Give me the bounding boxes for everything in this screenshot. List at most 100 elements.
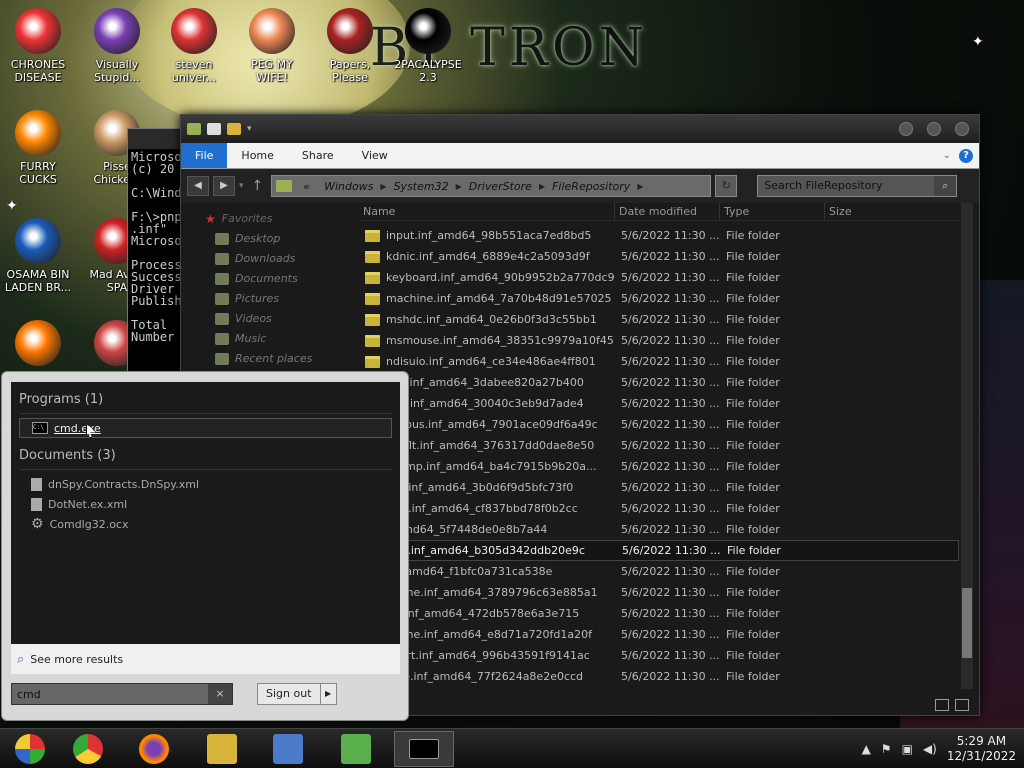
nav-item[interactable]: Desktop bbox=[205, 229, 356, 249]
properties-icon[interactable] bbox=[207, 123, 221, 135]
desktop-shortcut[interactable]: steven univer... bbox=[156, 8, 232, 84]
desktop-shortcut[interactable]: FURRY CUCKS bbox=[0, 110, 76, 186]
breadcrumb-segment[interactable]: System32 bbox=[387, 180, 456, 193]
back-button[interactable]: ◀ bbox=[187, 176, 209, 196]
file-row[interactable]: machine.inf_amd64_7a70b48d91e57025 5/6/20… bbox=[359, 288, 959, 309]
desktop-shortcut[interactable]: 2PACALYPSE 2.3 bbox=[390, 8, 466, 84]
program-result[interactable]: C:\ cmd.exe bbox=[19, 418, 392, 438]
file-row[interactable]: mshdc.inf_amd64_0e26b0f3d3c55bb1 5/6/2022… bbox=[359, 309, 959, 330]
forward-button[interactable]: ▶ bbox=[213, 176, 235, 196]
file-row[interactable]: wifibus.inf_amd64_7901ace09df6a49c 5/6/20… bbox=[359, 414, 959, 435]
tab-share[interactable]: Share bbox=[288, 143, 348, 168]
address-input[interactable]: «Windows ▶ System32 ▶ DriverStore ▶ FileReposi… bbox=[271, 175, 712, 197]
shutdown-options-button[interactable]: ▶ bbox=[319, 684, 336, 704]
volume-icon[interactable]: ◀) bbox=[923, 742, 937, 756]
file-row[interactable]: input.inf_amd64_98b551aca7ed8bd5 5/6/2022… bbox=[359, 225, 959, 246]
file-row[interactable]: wififlt.inf_amd64_376317dd0dae8e50 5/6/20… bbox=[359, 435, 959, 456]
show-hidden-icons-icon[interactable]: ▲ bbox=[862, 742, 871, 756]
close-button[interactable] bbox=[955, 122, 969, 136]
taskbar-firefox[interactable] bbox=[124, 731, 184, 767]
column-date-modified[interactable]: Date modified bbox=[615, 203, 720, 220]
document-result[interactable]: ⚙ Comdlg32.ocx bbox=[19, 514, 392, 534]
type-cell: File folder bbox=[726, 628, 780, 641]
desktop-shortcut[interactable]: Visually Stupid... bbox=[79, 8, 155, 84]
file-row[interactable]: inf_amd64_f1bfc0a731ca538e 5/6/2022 11:30… bbox=[359, 561, 959, 582]
vertical-scrollbar[interactable] bbox=[961, 203, 973, 689]
desktop-shortcut[interactable] bbox=[0, 320, 76, 370]
nav-item[interactable]: Documents bbox=[205, 269, 356, 289]
taskbar-remote-desktop[interactable] bbox=[258, 731, 318, 767]
clear-search-button[interactable]: × bbox=[208, 684, 232, 704]
explorer-titlebar[interactable]: ▾ bbox=[181, 115, 979, 143]
clock[interactable]: 5:29 AM 12/31/2022 bbox=[947, 734, 1016, 764]
nav-item[interactable]: Music bbox=[205, 329, 356, 349]
chevron-right-icon[interactable]: ▶ bbox=[637, 182, 643, 191]
file-row[interactable]: ndisuio.inf_amd64_ce34e486ae4ff801 5/6/20… bbox=[359, 351, 959, 372]
tab-view[interactable]: View bbox=[348, 143, 402, 168]
start-search-input[interactable]: cmd × bbox=[11, 683, 233, 705]
help-icon[interactable]: ? bbox=[959, 148, 973, 163]
file-row[interactable]: disk.inf_amd64_cf837bbd78f0b2cc 5/6/2022 … bbox=[359, 498, 959, 519]
refresh-button[interactable]: ↻ bbox=[715, 175, 738, 197]
breadcrumb-segment[interactable]: FileRepository bbox=[545, 180, 637, 193]
file-row[interactable]: wifimp.inf_amd64_ba4c7915b9b20a... 5/6/20… bbox=[359, 456, 959, 477]
file-row[interactable]: keyboard.inf_amd64_90b9952b2a770dc9 5/6/2… bbox=[359, 267, 959, 288]
nav-item[interactable]: Downloads bbox=[205, 249, 356, 269]
breadcrumb-segment[interactable]: DriverStore bbox=[462, 180, 539, 193]
sign-out-button[interactable]: Sign out bbox=[258, 684, 320, 704]
file-name-cell: ndisuio.inf_amd64_ce34e486ae4ff801 bbox=[359, 355, 615, 368]
document-result[interactable]: dnSpy.Contracts.DnSpy.xml bbox=[19, 474, 392, 494]
scrollbar-thumb[interactable] bbox=[962, 588, 972, 658]
new-folder-icon[interactable] bbox=[227, 123, 241, 135]
breadcrumb-segment[interactable]: Windows bbox=[317, 180, 380, 193]
file-row[interactable]: olume.inf_amd64_e8d71a720fd1a20f 5/6/2022… bbox=[359, 624, 959, 645]
tab-file[interactable]: File bbox=[181, 143, 228, 168]
nav-item[interactable]: Pictures bbox=[205, 289, 356, 309]
start-button[interactable] bbox=[0, 731, 60, 767]
document-result[interactable]: DotNet.ex.xml bbox=[19, 494, 392, 514]
file-row[interactable]: kdnic.inf_amd64_6889e4c2a5093d9f 5/6/2022… bbox=[359, 246, 959, 267]
file-row[interactable]: olume.inf_amd64_3789796c63e885a1 5/6/2022… bbox=[359, 582, 959, 603]
flag-icon[interactable]: ⚑ bbox=[881, 742, 892, 756]
quick-access-dropdown-icon[interactable]: ▾ bbox=[247, 124, 252, 134]
taskbar-cmd[interactable] bbox=[394, 731, 454, 767]
column-type[interactable]: Type bbox=[720, 203, 825, 220]
maximize-button[interactable] bbox=[927, 122, 941, 136]
command-prompt-window[interactable]: Microso (c) 20 C:\Wind F:\>pnp .inf" Mic… bbox=[127, 128, 183, 388]
nav-favorites[interactable]: ★ Favorites bbox=[205, 209, 356, 229]
file-row[interactable]: isk.inf_amd64_472db578e6a3e715 5/6/2022 1… bbox=[359, 603, 959, 624]
tab-home[interactable]: Home bbox=[227, 143, 287, 168]
up-arrow-icon[interactable]: ↑ bbox=[252, 178, 264, 194]
file-row[interactable]: vme.inf_amd64_77f2624a8e2e0ccd 5/6/2022 1… bbox=[359, 666, 959, 687]
minimize-button[interactable] bbox=[899, 122, 913, 136]
taskbar-chrome[interactable] bbox=[58, 731, 118, 767]
address-overflow[interactable]: « bbox=[296, 180, 317, 193]
file-row[interactable]: msmouse.inf_amd64_38351c9979a10f45 5/6/20… bbox=[359, 330, 959, 351]
cmd-titlebar[interactable] bbox=[128, 129, 182, 149]
recent-locations-icon[interactable]: ▾ bbox=[239, 181, 244, 191]
desktop-shortcut[interactable]: CHRONES DISEASE bbox=[0, 8, 76, 84]
file-row[interactable]: x64.inf_amd64_30040c3eb9d7ade4 5/6/2022 1… bbox=[359, 393, 959, 414]
file-row[interactable]: eport.inf_amd64_996b43591f9141ac 5/6/2022… bbox=[359, 645, 959, 666]
network-icon[interactable]: ▣ bbox=[902, 742, 913, 756]
taskbar-file-explorer[interactable] bbox=[192, 731, 252, 767]
nav-item[interactable]: Videos bbox=[205, 309, 356, 329]
search-icon[interactable]: ⌕ bbox=[934, 176, 957, 196]
expand-ribbon-icon[interactable]: ⌄ bbox=[943, 150, 951, 161]
file-row[interactable]: trig.inf_amd64_3b0d6f9d5bfc73f0 5/6/2022 … bbox=[359, 477, 959, 498]
see-more-results[interactable]: ⌕ See more results bbox=[11, 644, 400, 674]
desktop-shortcut[interactable]: OSAMA BIN LADEN BR... bbox=[0, 218, 76, 294]
details-view-icon[interactable] bbox=[935, 699, 949, 711]
search-input[interactable]: Search FileRepository ⌕ bbox=[757, 175, 958, 197]
file-row[interactable]: c64.inf_amd64_3dabee820a27b400 5/6/2022 1… bbox=[359, 372, 959, 393]
column-name[interactable]: Name bbox=[359, 203, 615, 220]
type-cell: File folder bbox=[726, 481, 780, 494]
taskbar-network[interactable] bbox=[326, 731, 386, 767]
column-size[interactable]: Size bbox=[825, 203, 891, 220]
file-row[interactable]: k64.inf_amd64_b305d342ddb20e9c 5/6/2022 1… bbox=[359, 540, 959, 561]
large-icons-view-icon[interactable] bbox=[955, 699, 969, 711]
file-row[interactable]: f_amd64_5f7448de0e8b7a44 5/6/2022 11:30 .… bbox=[359, 519, 959, 540]
desktop-shortcut[interactable]: PEG MY WIFE! bbox=[234, 8, 310, 84]
nav-item[interactable]: Recent places bbox=[205, 349, 356, 369]
desktop-shortcut[interactable]: Papers, Please bbox=[312, 8, 388, 84]
